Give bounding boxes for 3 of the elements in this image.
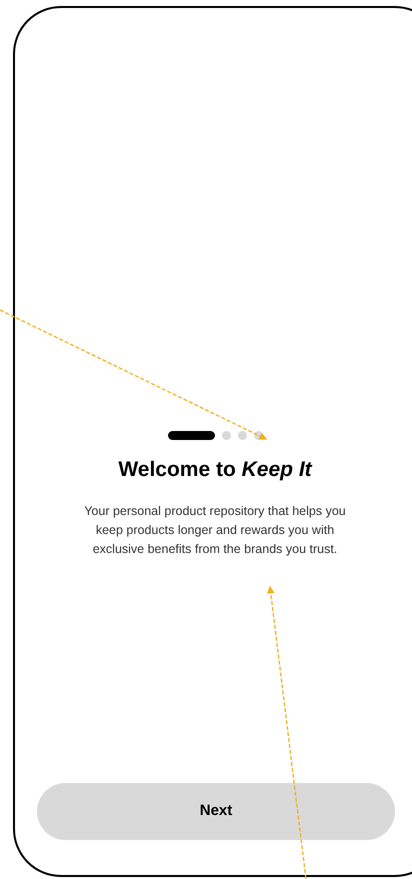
next-button[interactable]: Next: [37, 783, 395, 840]
description: Your personal product repository that helps you keep products longer and rewards you with exclusive benefits from the brands you trust.: [83, 502, 347, 558]
welcome-title: Welcome to Keep It: [118, 457, 312, 483]
